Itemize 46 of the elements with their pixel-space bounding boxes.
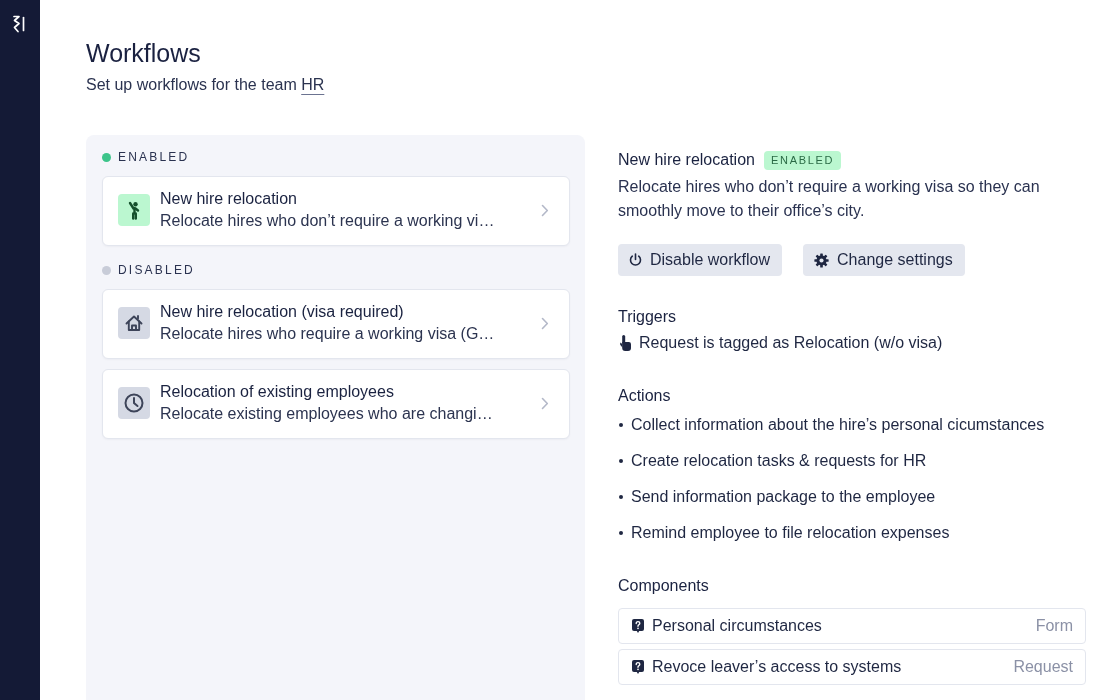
- workflow-card[interactable]: Relocation of existing employees Relocate existing employees who are changi…: [102, 369, 570, 439]
- gear-icon: [814, 252, 830, 268]
- chevron-right-icon: [541, 396, 549, 410]
- group-label: DISABLED: [118, 262, 195, 278]
- action-text: Send information package to the employee: [631, 487, 936, 507]
- component-name: Personal circumstances: [652, 617, 823, 635]
- component-row[interactable]: Personal circumstances Form: [618, 608, 1086, 644]
- workflow-title: New hire relocation (visa required): [160, 302, 404, 322]
- section-heading: Actions: [618, 386, 672, 406]
- workflow-title: New hire relocation: [618, 150, 755, 170]
- component-type: Request: [1013, 658, 1073, 676]
- chevron-right-icon: [541, 203, 549, 217]
- question-icon: [632, 619, 644, 633]
- hand-pointer-icon: [620, 335, 631, 351]
- workflow-card[interactable]: New hire relocation (visa required) Relocate hires who require a working visa (G…: [102, 289, 570, 359]
- workflow-description: Relocate hires who require a working visa (G…: [160, 324, 495, 344]
- section-heading: Components: [618, 576, 710, 596]
- workflow-card[interactable]: New hire relocation Relocate hires who don’t require a working vi…: [102, 176, 570, 246]
- workflow-description: Relocate hires who don’t require a working visa so they can smoothly move to their office’s city.: [618, 177, 1041, 221]
- workflow-description: Relocate hires who don’t require a working vi…: [160, 211, 495, 231]
- logo-icon[interactable]: [13, 15, 25, 33]
- section-heading: Triggers: [618, 307, 678, 327]
- workflow-title: Relocation of existing employees: [160, 382, 394, 402]
- page-subtitle: Set up workflows for the team HR: [86, 75, 326, 95]
- power-icon: [629, 253, 642, 267]
- chevron-right-icon: [541, 316, 549, 330]
- settings-button[interactable]: Change settings: [803, 244, 965, 276]
- bullet-icon: [619, 495, 623, 499]
- group-label: ENABLED: [118, 149, 190, 165]
- trigger-text: Request is tagged as Relocation (w/o visa): [639, 333, 943, 353]
- component-row[interactable]: Revoce leaver’s access to systems Request: [618, 649, 1086, 685]
- page-title: Workflows: [86, 38, 202, 69]
- question-icon: [632, 660, 644, 674]
- status-badge: ENABLED: [763, 150, 842, 170]
- action-text: Collect information about the hire’s personal cicumstances: [631, 415, 1045, 435]
- bullet-icon: [619, 459, 623, 463]
- component-name: Revoce leaver’s access to systems: [652, 658, 903, 676]
- bullet-icon: [619, 531, 623, 535]
- disable-button[interactable]: Disable workflow: [618, 244, 783, 276]
- workflow-description: Relocate existing employees who are changi…: [160, 404, 493, 424]
- team-link[interactable]: HR: [301, 76, 325, 93]
- action-text: Create relocation tasks & requests for HR: [631, 451, 927, 471]
- bullet-icon: [619, 423, 623, 427]
- workflow-title: New hire relocation: [160, 189, 297, 209]
- component-type: Form: [1035, 617, 1073, 635]
- action-text: Remind employee to file relocation expenses: [631, 523, 950, 543]
